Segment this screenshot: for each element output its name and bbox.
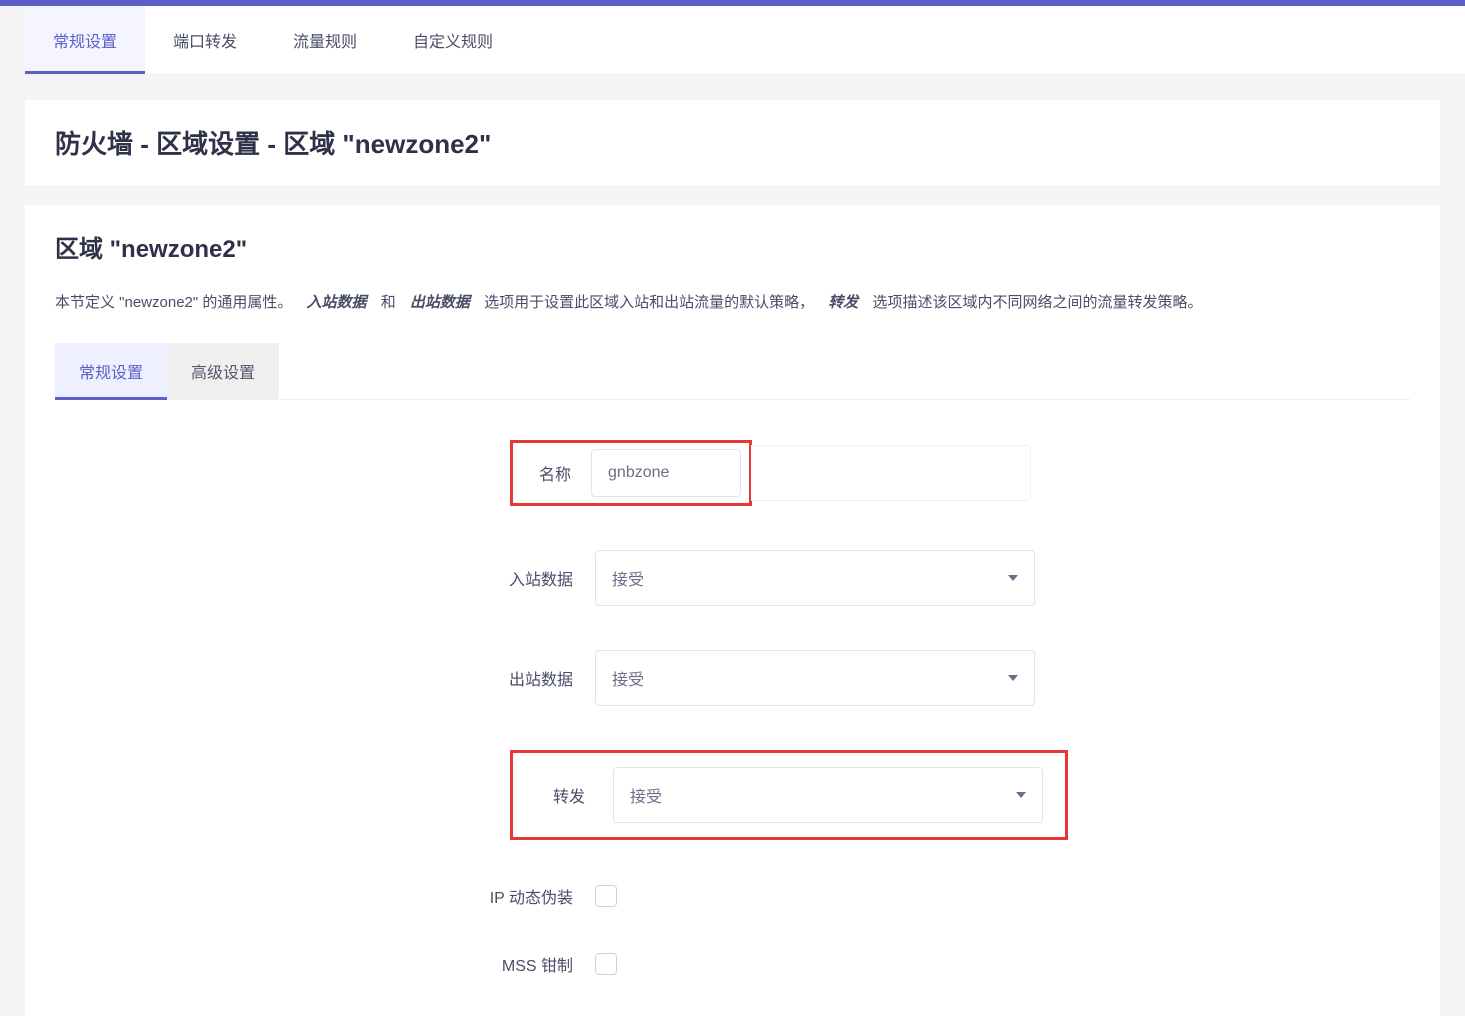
- highlight-forward: 转发 接受: [510, 750, 1068, 840]
- desc-emph-forward: 转发: [828, 294, 858, 311]
- select-outbound-value: 接受: [612, 666, 644, 690]
- select-inbound-value: 接受: [612, 566, 644, 590]
- label-forward: 转发: [535, 783, 591, 807]
- tab-general[interactable]: 常规设置: [25, 6, 145, 74]
- chevron-down-icon: [1008, 575, 1018, 581]
- highlight-name: 名称: [510, 440, 752, 506]
- tab-port-forward[interactable]: 端口转发: [145, 6, 265, 74]
- zone-settings-card: 区域 "newzone2" 本节定义 "newzone2" 的通用属性。 入站数…: [25, 205, 1440, 1016]
- label-masquerade: IP 动态伪装: [55, 884, 595, 908]
- label-mss: MSS 钳制: [55, 952, 595, 976]
- select-inbound[interactable]: 接受: [595, 550, 1035, 606]
- tab-traffic-rules[interactable]: 流量规则: [265, 6, 385, 74]
- checkbox-masquerade[interactable]: [595, 885, 617, 907]
- desc-and: 和: [381, 294, 396, 311]
- page-title-card: 防火墙 - 区域设置 - 区域 "newzone2": [25, 100, 1440, 185]
- label-inbound: 入站数据: [55, 566, 595, 590]
- desc-part3: 选项描述该区域内不同网络之间的流量转发策略。: [872, 294, 1202, 311]
- inner-tab-general[interactable]: 常规设置: [55, 343, 167, 399]
- name-input[interactable]: [608, 464, 724, 482]
- page-title: 防火墙 - 区域设置 - 区域 "newzone2": [55, 124, 1410, 161]
- row-mss: MSS 钳制: [55, 952, 1410, 976]
- desc-part2: 选项用于设置此区域入站和出站流量的默认策略，: [484, 294, 814, 311]
- row-name: 名称: [55, 440, 1410, 506]
- desc-emph-outbound: 出站数据: [410, 294, 470, 311]
- select-forward[interactable]: 接受: [613, 767, 1043, 823]
- chevron-down-icon: [1016, 792, 1026, 798]
- row-masquerade: IP 动态伪装: [55, 884, 1410, 908]
- row-inbound: 入站数据 接受: [55, 550, 1410, 606]
- select-outbound[interactable]: 接受: [595, 650, 1035, 706]
- chevron-down-icon: [1008, 675, 1018, 681]
- checkbox-mss[interactable]: [595, 953, 617, 975]
- tab-custom-rules[interactable]: 自定义规则: [385, 6, 521, 74]
- main-tab-bar: 常规设置 端口转发 流量规则 自定义规则: [25, 6, 1465, 75]
- desc-emph-inbound: 入站数据: [307, 294, 367, 311]
- name-input-wrapper: [591, 449, 741, 497]
- inner-tab-advanced[interactable]: 高级设置: [167, 343, 279, 399]
- inner-tab-bar: 常规设置 高级设置: [55, 343, 1410, 400]
- zone-description: 本节定义 "newzone2" 的通用属性。 入站数据 和 出站数据 选项用于设…: [55, 292, 1410, 315]
- desc-part1: 本节定义 "newzone2" 的通用属性。: [55, 294, 292, 311]
- select-forward-value: 接受: [630, 783, 662, 807]
- name-input-extension: [751, 445, 1031, 501]
- zone-form: 名称 入站数据 接受 出站数据: [55, 430, 1410, 976]
- label-name: 名称: [521, 461, 577, 485]
- zone-title: 区域 "newzone2": [55, 229, 1410, 264]
- label-outbound: 出站数据: [55, 666, 595, 690]
- row-outbound: 出站数据 接受: [55, 650, 1410, 706]
- row-forward: 转发 接受: [55, 750, 1410, 840]
